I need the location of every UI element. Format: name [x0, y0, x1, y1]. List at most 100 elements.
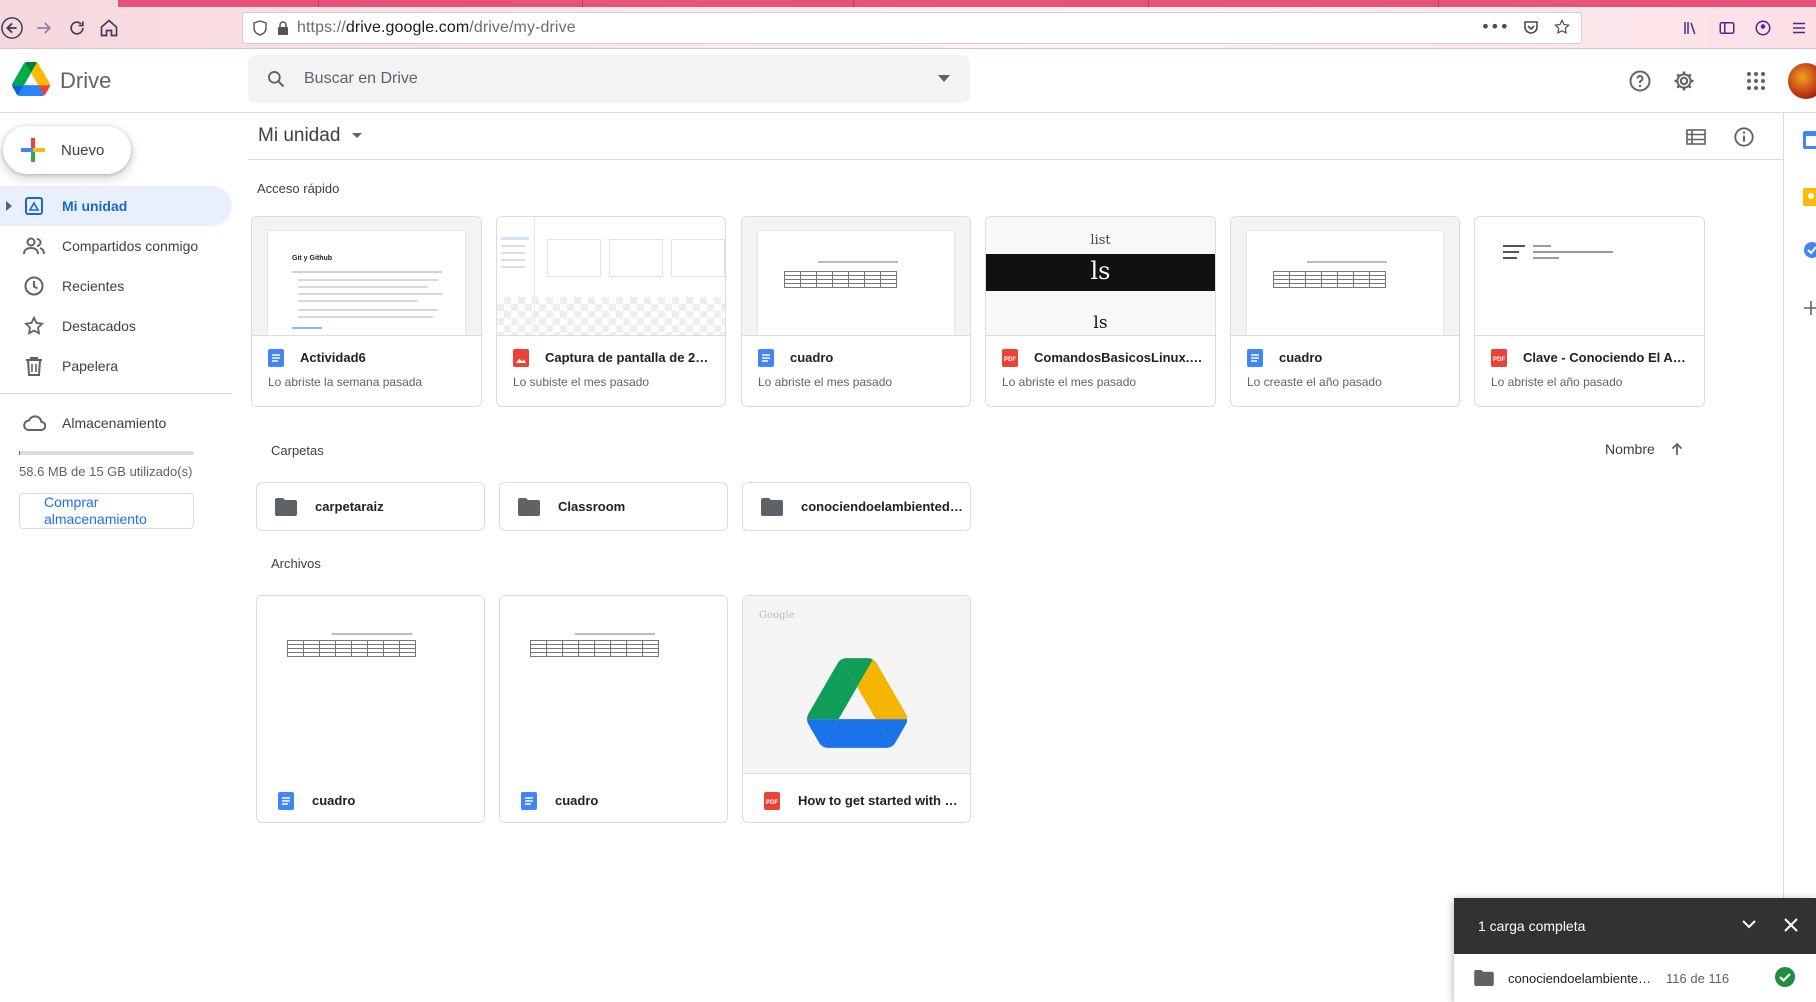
- table-preview: [784, 271, 897, 288]
- page-actions-button[interactable]: •••: [1481, 17, 1509, 36]
- file-item[interactable]: cuadro: [499, 595, 728, 823]
- preview-line: [1307, 261, 1387, 263]
- folder-item[interactable]: conociendoelambientedecomputacion: [742, 482, 971, 531]
- document-preview: Git y Github: [268, 231, 465, 335]
- file-name: cuadro: [312, 793, 356, 808]
- quick-access-card[interactable]: cuadro Lo abriste el mes pasado: [741, 216, 971, 407]
- add-addon-icon[interactable]: [1804, 301, 1816, 315]
- plus-icon: [13, 130, 53, 170]
- tasks-icon[interactable]: [1803, 241, 1816, 259]
- search-bar: [248, 55, 970, 103]
- drive-logo-icon[interactable]: [12, 62, 50, 96]
- avatar[interactable]: [1788, 63, 1816, 99]
- star-icon: [18, 315, 50, 337]
- side-panel: [1783, 113, 1816, 1002]
- new-button[interactable]: Nuevo: [3, 126, 131, 174]
- sidebar-item-storage[interactable]: Almacenamiento: [0, 403, 232, 443]
- search-input[interactable]: [302, 69, 902, 89]
- file-thumbnail: [257, 596, 484, 774]
- google-doc-icon: [758, 349, 774, 367]
- reload-icon: [70, 21, 84, 35]
- calendar-icon[interactable]: [1803, 131, 1816, 149]
- expand-arrow-icon[interactable]: [6, 201, 12, 211]
- file-thumbnail: [497, 217, 725, 336]
- sidebar-toggle-icon[interactable]: [1718, 19, 1736, 37]
- file-name: Clave - Conociendo El Ambiente...: [1523, 350, 1693, 365]
- preview-title: Git y Github: [292, 255, 333, 262]
- gear-icon: [1674, 71, 1694, 91]
- sidebar-item-recent[interactable]: Recientes: [0, 266, 232, 306]
- sidebar-item-starred[interactable]: Destacados: [0, 306, 232, 346]
- pdf-file-icon: PDF: [1491, 349, 1507, 367]
- quick-access-card[interactable]: Git y Github Actividad6 Lo abriste la se…: [251, 216, 482, 407]
- sidebar-item-my-drive[interactable]: Mi unidad: [0, 186, 232, 226]
- screenshot-card-preview: [609, 239, 663, 277]
- library-icon[interactable]: [1682, 19, 1700, 37]
- sidebar-item-trash[interactable]: Papelera: [0, 346, 232, 386]
- file-item[interactable]: Google PDF How to get started with Drive: [742, 595, 971, 823]
- url-actions: •••: [1481, 17, 1571, 36]
- folder-item[interactable]: Classroom: [499, 482, 728, 531]
- preview-line: [501, 252, 525, 254]
- page-title-dropdown[interactable]: Mi unidad: [258, 125, 362, 147]
- tab-divider: [1438, 0, 1439, 7]
- browser-toolbar: https://drive.google.com/drive/my-drive …: [0, 0, 1816, 49]
- upload-item-progress: 116 de 116: [1666, 970, 1730, 986]
- sidebar-item-label: Papelera: [62, 358, 119, 374]
- chevron-down-icon[interactable]: [1742, 920, 1756, 929]
- sidebar-item-shared[interactable]: Compartidos conmigo: [0, 226, 232, 266]
- preview-line: [818, 261, 898, 263]
- pdf-file-icon: PDF: [764, 792, 780, 810]
- arrow-up-icon[interactable]: [1671, 442, 1683, 456]
- quick-access-card[interactable]: list ls ls PDF ComandosBasicosLinux.pdf …: [985, 216, 1216, 407]
- drive-header: Drive: [0, 49, 1816, 113]
- help-button[interactable]: [1622, 63, 1658, 99]
- upload-panel-header: 1 carga completa: [1454, 898, 1816, 954]
- menu-icon[interactable]: [1790, 19, 1808, 37]
- preview-line: [332, 633, 412, 635]
- bookmark-star-icon[interactable]: [1553, 18, 1571, 36]
- upload-panel-title: 1 carga completa: [1478, 918, 1586, 934]
- quick-access-card[interactable]: PDF Clave - Conociendo El Ambiente... Lo…: [1474, 216, 1705, 407]
- pocket-icon[interactable]: [1523, 19, 1539, 35]
- apps-button[interactable]: [1738, 63, 1774, 99]
- search-icon[interactable]: [266, 69, 286, 89]
- preview-line: [501, 237, 529, 240]
- file-name: cuadro: [555, 793, 599, 808]
- close-icon[interactable]: [1784, 918, 1798, 932]
- list-view-button[interactable]: [1678, 119, 1714, 155]
- preview-line: [1533, 245, 1551, 247]
- account-icon[interactable]: [1754, 19, 1772, 37]
- folder-name: Classroom: [558, 499, 626, 514]
- folder-name: carpetaraiz: [315, 499, 384, 514]
- storage-usage-text: 58.6 MB de 15 GB utilizado(s): [19, 464, 193, 479]
- reload-button[interactable]: [63, 14, 91, 42]
- buy-storage-button[interactable]: Comprar almacenamiento: [19, 493, 194, 529]
- preview-link: [292, 327, 322, 329]
- list-view-icon: [1686, 129, 1706, 145]
- google-doc-icon: [268, 349, 284, 367]
- preview-line: [501, 259, 525, 261]
- quick-access-card[interactable]: cuadro Lo creaste el año pasado: [1230, 216, 1460, 407]
- forward-button[interactable]: [30, 14, 58, 42]
- product-name[interactable]: Drive: [60, 68, 111, 94]
- folder-item[interactable]: carpetaraiz: [256, 482, 485, 531]
- settings-button[interactable]: [1666, 63, 1702, 99]
- document-preview: [758, 231, 954, 335]
- sort-by-name-button[interactable]: Nombre: [1605, 441, 1683, 457]
- upload-item[interactable]: conociendoelambientedecomputacion 116 de…: [1454, 954, 1816, 1002]
- search-options-dropdown-icon[interactable]: [938, 75, 950, 82]
- files-label: Archivos: [271, 556, 321, 571]
- storage-progress-fill: [19, 451, 20, 455]
- document-preview: [1247, 231, 1443, 335]
- keep-icon[interactable]: [1803, 188, 1816, 206]
- tab-divider: [853, 0, 854, 7]
- file-item[interactable]: cuadro: [256, 595, 485, 823]
- back-button[interactable]: [0, 14, 26, 42]
- address-bar[interactable]: https://drive.google.com/drive/my-drive …: [242, 12, 1582, 44]
- details-button[interactable]: [1726, 119, 1762, 155]
- quick-access-card[interactable]: Captura de pantalla de 2021... Lo subist…: [496, 216, 726, 407]
- home-button[interactable]: [95, 14, 123, 42]
- file-name: cuadro: [790, 350, 834, 365]
- google-doc-icon: [521, 792, 537, 810]
